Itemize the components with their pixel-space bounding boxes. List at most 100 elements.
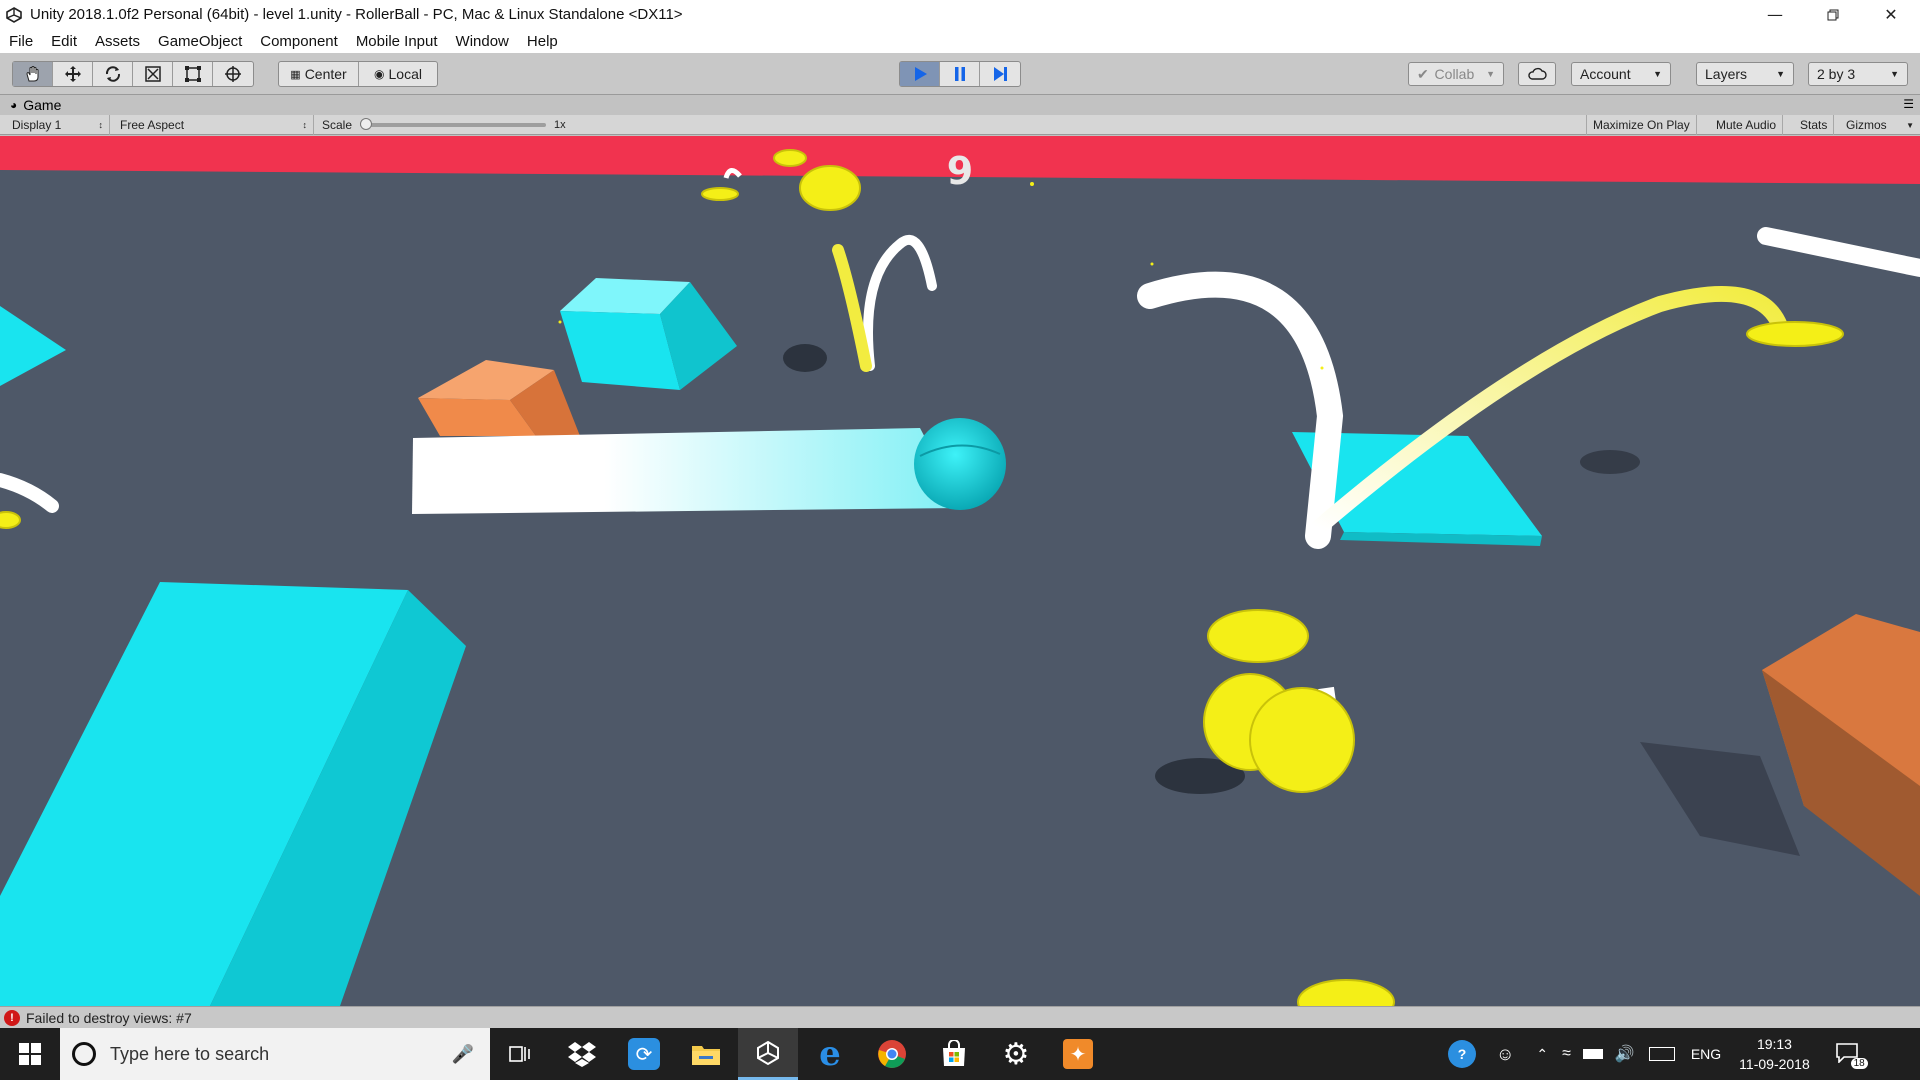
game-viewport[interactable]: 9	[0, 136, 1920, 1006]
console-status-bar[interactable]: ! Failed to destroy views: #7	[0, 1006, 1920, 1028]
stats-label: Stats	[1800, 118, 1828, 132]
pivot-center-button[interactable]: ▦ Center	[279, 62, 359, 86]
menu-bar: File Edit Assets GameObject Component Mo…	[0, 29, 1920, 53]
account-label: Account	[1580, 66, 1631, 82]
menu-edit[interactable]: Edit	[42, 33, 86, 50]
collab-dropdown[interactable]: ✔ Collab ▼	[1408, 62, 1504, 86]
playback-controls	[899, 61, 1021, 87]
status-message: Failed to destroy views: #7	[26, 1009, 192, 1026]
layers-dropdown[interactable]: Layers ▼	[1696, 62, 1794, 86]
people-icon[interactable]: ☺	[1496, 1044, 1514, 1065]
search-placeholder: Type here to search	[110, 1043, 270, 1064]
mute-label: Mute Audio	[1716, 118, 1777, 132]
coin	[773, 149, 807, 167]
cortana-icon	[72, 1042, 96, 1066]
sync-app-icon[interactable]: ⟳	[614, 1028, 674, 1080]
microphone-icon[interactable]: 🎤	[452, 1044, 474, 1065]
local-space-icon: ◉	[374, 67, 385, 81]
gizmos-dropdown[interactable]: Gizmos ▼	[1840, 115, 1920, 135]
settings-icon[interactable]: ⚙	[986, 1028, 1046, 1080]
pause-icon[interactable]	[940, 62, 980, 86]
file-explorer-icon[interactable]	[676, 1028, 736, 1080]
game-tab-strip: ◕ Game ☰	[0, 95, 1920, 115]
minimize-icon[interactable]: —	[1746, 0, 1804, 29]
maximize-on-play-toggle[interactable]: Maximize On Play	[1586, 115, 1697, 135]
close-icon[interactable]: ✕	[1862, 0, 1920, 29]
score-text: 9	[947, 149, 973, 193]
scale-slider-thumb[interactable]	[360, 118, 373, 130]
pivot-toggle-group: ▦ Center ◉ Local	[278, 61, 438, 87]
cloud-icon[interactable]	[1518, 62, 1556, 86]
layout-label: 2 by 3	[1817, 66, 1856, 82]
menu-mobile-input[interactable]: Mobile Input	[347, 33, 447, 50]
store-icon[interactable]	[924, 1028, 984, 1080]
game-view-options: Display 1 ↕ Free Aspect ↕ Scale 1x Maxim…	[0, 115, 1920, 135]
space-local-button[interactable]: ◉ Local	[359, 62, 437, 86]
battery-icon[interactable]	[1582, 1049, 1603, 1059]
rotate-tool-icon[interactable]	[93, 62, 133, 86]
taskbar-search-box[interactable]: Type here to search 🎤	[60, 1028, 490, 1080]
menu-gameobject[interactable]: GameObject	[149, 33, 251, 50]
windows-start-icon[interactable]	[0, 1028, 60, 1080]
keyboard-icon[interactable]	[1648, 1047, 1675, 1061]
task-view-icon[interactable]	[490, 1028, 550, 1080]
volume-icon[interactable]: 🔊	[1615, 1044, 1635, 1064]
chevron-up-icon[interactable]: ⌃	[1536, 1046, 1548, 1063]
menu-assets[interactable]: Assets	[86, 33, 149, 50]
layers-label: Layers	[1705, 66, 1748, 82]
display-label: Display 1	[12, 118, 62, 132]
scale-tool-icon[interactable]	[133, 62, 173, 86]
updown-icon: ↕	[302, 120, 308, 130]
main-toolbar: ▦ Center ◉ Local ✔ Collab ▼ Account ▼ La…	[0, 53, 1920, 95]
game-tab-label: Game	[23, 97, 62, 113]
chrome-icon[interactable]	[862, 1028, 922, 1080]
stats-toggle[interactable]: Stats	[1794, 115, 1835, 135]
window-title: Unity 2018.1.0f2 Personal (64bit) - leve…	[30, 6, 683, 23]
notification-count: 18	[1850, 1058, 1868, 1069]
move-tool-icon[interactable]	[53, 62, 93, 86]
player-ball	[914, 418, 1006, 510]
menu-component[interactable]: Component	[251, 33, 347, 50]
menu-window[interactable]: Window	[447, 33, 518, 50]
layout-dropdown[interactable]: 2 by 3 ▼	[1808, 62, 1908, 86]
clock[interactable]: 19:13 11-09-2018	[1739, 1034, 1810, 1074]
chevron-down-icon: ▼	[1776, 69, 1785, 79]
panel-menu-icon[interactable]: ☰	[1903, 97, 1914, 111]
game-pacman-icon: ◕	[10, 98, 18, 112]
account-dropdown[interactable]: Account ▼	[1571, 62, 1671, 86]
menu-help[interactable]: Help	[518, 33, 567, 50]
mute-audio-toggle[interactable]: Mute Audio	[1710, 115, 1784, 135]
edge-icon[interactable]: e	[800, 1028, 860, 1080]
help-icon[interactable]: ?	[1448, 1040, 1476, 1068]
scale-slider[interactable]	[360, 118, 547, 130]
chevron-down-icon: ▼	[1906, 120, 1914, 130]
transform-tool-icon[interactable]	[213, 62, 253, 86]
updown-icon: ↕	[98, 120, 104, 130]
coin	[0, 511, 21, 529]
chevron-down-icon: ▼	[1653, 69, 1662, 79]
pivot-icon: ▦	[290, 68, 301, 81]
language-indicator[interactable]: ENG	[1691, 1046, 1721, 1062]
display-select[interactable]: Display 1 ↕	[6, 115, 110, 135]
tab-game[interactable]: ◕ Game	[0, 97, 61, 113]
restore-icon[interactable]	[1804, 0, 1862, 29]
wifi-icon[interactable]: ≈	[1562, 1045, 1571, 1063]
aspect-label: Free Aspect	[120, 118, 185, 132]
scale-control: Scale 1x	[316, 115, 580, 135]
step-icon[interactable]	[980, 62, 1020, 86]
menu-file[interactable]: File	[0, 33, 42, 50]
rect-tool-icon[interactable]	[173, 62, 213, 86]
window-titlebar: Unity 2018.1.0f2 Personal (64bit) - leve…	[0, 0, 1920, 29]
hand-tool-icon[interactable]	[13, 62, 53, 86]
game-app-icon[interactable]: ✦	[1048, 1028, 1108, 1080]
scale-label: Scale	[322, 118, 353, 132]
coin	[1746, 321, 1844, 347]
unity-icon[interactable]	[738, 1028, 798, 1080]
dropbox-icon[interactable]	[552, 1028, 612, 1080]
notification-center-icon[interactable]: 18	[1835, 1043, 1868, 1069]
play-icon[interactable]	[900, 62, 940, 86]
coin	[701, 187, 739, 201]
aspect-select[interactable]: Free Aspect ↕	[114, 115, 314, 135]
collab-label: Collab	[1434, 66, 1475, 82]
clock-time: 19:13	[1756, 1036, 1792, 1052]
